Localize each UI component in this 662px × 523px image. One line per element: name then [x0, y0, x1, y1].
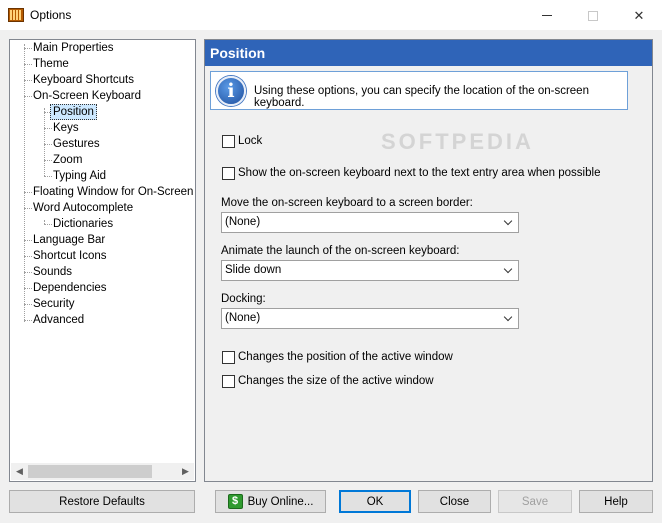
save-button[interactable]: Save: [498, 490, 572, 513]
settings-panel: Position i Using these options, you can …: [204, 39, 653, 482]
maximize-icon: [588, 10, 598, 21]
dollar-icon: $: [227, 494, 243, 509]
tree-item-dictionaries[interactable]: Dictionaries: [53, 216, 113, 232]
change-size-checkbox[interactable]: [222, 374, 235, 388]
lock-label: Lock: [238, 135, 263, 147]
tree-item-typing-aid[interactable]: Typing Aid: [53, 168, 106, 184]
animate-select-value: Slide down: [225, 264, 282, 276]
tree-item-position[interactable]: Position: [50, 104, 97, 120]
tree-item-theme[interactable]: Theme: [33, 56, 69, 72]
tree-item-dependencies[interactable]: Dependencies: [33, 280, 107, 296]
tree-connector: [24, 272, 32, 273]
tree-item-zoom[interactable]: Zoom: [53, 152, 82, 168]
close-window-button[interactable]: ✕: [616, 0, 662, 31]
tree-connector: [24, 288, 32, 289]
tree-connector: [44, 160, 52, 161]
chevron-down-icon: [501, 309, 515, 328]
tree-item-keys[interactable]: Keys: [53, 120, 79, 136]
docking-label: Docking:: [221, 293, 266, 305]
chevron-down-icon: [501, 213, 515, 232]
window-title: Options: [30, 8, 72, 22]
scroll-left-icon[interactable]: ◀: [11, 463, 28, 480]
border-select[interactable]: (None): [221, 212, 519, 233]
lock-checkbox-row[interactable]: Lock: [222, 134, 262, 148]
close-label: Close: [439, 495, 470, 508]
info-box: i Using these options, you can specify t…: [210, 71, 628, 110]
tree-connector: [44, 108, 45, 176]
tree-connector: [24, 64, 32, 65]
tree-horizontal-scrollbar[interactable]: ◀ ▶: [11, 463, 194, 480]
tree-item-floating-window[interactable]: Floating Window for On-Screen Ke: [33, 184, 195, 200]
animate-label: Animate the launch of the on-screen keyb…: [221, 245, 460, 257]
buy-online-label: Buy Online...: [247, 495, 314, 508]
docking-select[interactable]: (None): [221, 308, 519, 329]
ok-button[interactable]: OK: [339, 490, 411, 513]
tree-item-on-screen-keyboard[interactable]: On-Screen Keyboard: [33, 88, 141, 104]
border-select-value: (None): [225, 216, 261, 228]
change-position-checkbox-row[interactable]: Changes the position of the active windo…: [222, 350, 453, 364]
show-next-checkbox[interactable]: [222, 166, 235, 180]
restore-defaults-button[interactable]: Restore Defaults: [9, 490, 195, 513]
tree-connector: [44, 128, 52, 129]
buy-online-button[interactable]: $ Buy Online...: [215, 490, 326, 513]
maximize-button[interactable]: [570, 0, 616, 31]
ok-label: OK: [366, 495, 384, 508]
title-bar: Options ✕: [0, 0, 662, 31]
panel-title: Position: [205, 40, 652, 66]
border-label: Move the on-screen keyboard to a screen …: [221, 197, 473, 209]
tree-connector: [24, 256, 32, 257]
tree-connector: [44, 224, 52, 225]
options-tree[interactable]: Main Properties Theme Keyboard Shortcuts…: [9, 39, 196, 482]
close-icon: ✕: [633, 7, 645, 23]
help-label: Help: [604, 495, 628, 508]
docking-select-value: (None): [225, 312, 261, 324]
show-next-checkbox-row[interactable]: Show the on-screen keyboard next to the …: [222, 166, 600, 180]
tree-item-main-properties[interactable]: Main Properties: [33, 40, 114, 56]
chevron-down-icon: [501, 261, 515, 280]
tree-connector: [24, 304, 32, 305]
watermark: SOFTPEDIA: [381, 129, 534, 154]
show-next-label: Show the on-screen keyboard next to the …: [238, 167, 601, 179]
scroll-right-icon[interactable]: ▶: [177, 463, 194, 480]
tree-item-sounds[interactable]: Sounds: [33, 264, 72, 280]
tree-item-word-autocomplete[interactable]: Word Autocomplete: [33, 200, 133, 216]
info-text: Using these options, you can specify the…: [254, 85, 589, 109]
tree-connector: [24, 44, 25, 322]
change-position-checkbox[interactable]: [222, 350, 235, 364]
lock-checkbox[interactable]: [222, 134, 235, 148]
tree-connector: [24, 96, 32, 97]
tree-connector: [24, 240, 32, 241]
tree-connector: [24, 80, 32, 81]
tree-connector: [24, 192, 32, 193]
save-label: Save: [521, 495, 549, 508]
scrollbar-thumb[interactable]: [28, 465, 152, 478]
tree-connector: [44, 176, 52, 177]
change-size-label: Changes the size of the active window: [238, 375, 434, 387]
tree-connector: [24, 208, 32, 209]
keyboard-app-icon: [8, 8, 24, 22]
help-button[interactable]: Help: [579, 490, 653, 513]
tree-item-security[interactable]: Security: [33, 296, 75, 312]
tree-connector: [24, 48, 32, 49]
change-position-label: Changes the position of the active windo…: [238, 351, 453, 363]
minimize-button[interactable]: [524, 0, 570, 31]
restore-defaults-label: Restore Defaults: [59, 495, 145, 508]
info-icon: i: [216, 76, 246, 106]
tree-item-language-bar[interactable]: Language Bar: [33, 232, 105, 248]
tree-connector: [44, 144, 52, 145]
tree-connector: [24, 320, 32, 321]
tree-item-shortcut-icons[interactable]: Shortcut Icons: [33, 248, 107, 264]
change-size-checkbox-row[interactable]: Changes the size of the active window: [222, 374, 434, 388]
animate-select[interactable]: Slide down: [221, 260, 519, 281]
tree-item-gestures[interactable]: Gestures: [53, 136, 100, 152]
minimize-icon: [542, 15, 552, 16]
close-button[interactable]: Close: [418, 490, 491, 513]
tree-item-keyboard-shortcuts[interactable]: Keyboard Shortcuts: [33, 72, 134, 88]
tree-item-advanced[interactable]: Advanced: [33, 312, 84, 328]
